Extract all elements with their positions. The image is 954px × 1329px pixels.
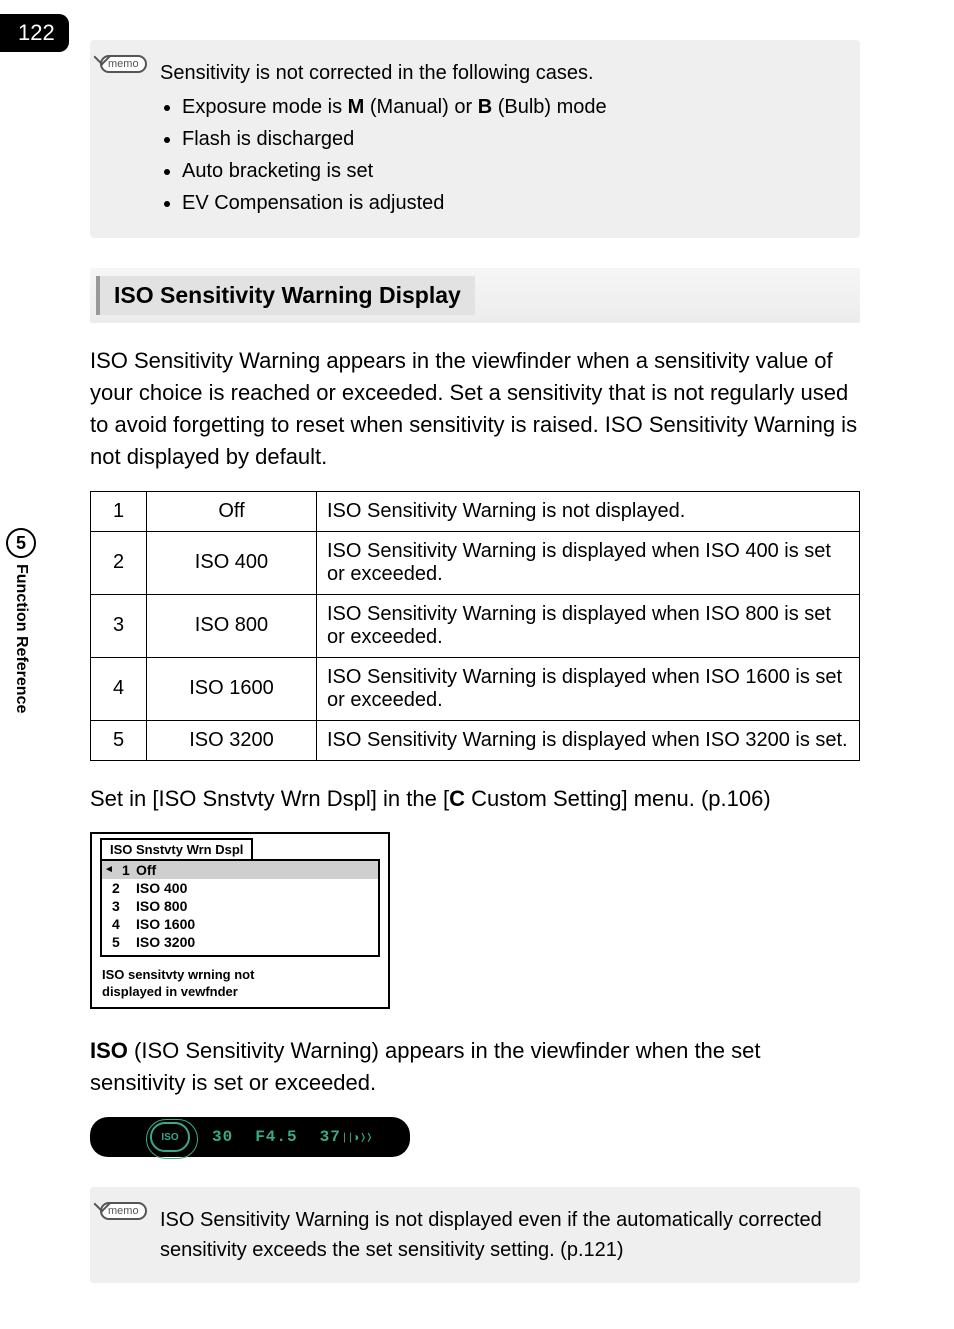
viewfinder-shutter: 30	[212, 1128, 233, 1146]
text: Exposure mode is	[182, 96, 348, 118]
iso-sensitivity-table: 1 Off ISO Sensitivity Warning is not dis…	[90, 491, 860, 761]
menu-row-label: Off	[136, 862, 156, 878]
memo-block-1: memo Sensitivity is not corrected in the…	[90, 40, 860, 238]
menu-row-label: ISO 800	[136, 898, 187, 914]
section-heading-row: ISO Sensitivity Warning Display	[90, 268, 860, 323]
table-cell-label: ISO 800	[147, 594, 317, 657]
text: (Manual) or	[364, 96, 477, 118]
menu-illustration: ISO Snstvty Wrn Dspl 1 Off 2 ISO 400 3 I…	[90, 832, 390, 1009]
menu-content: 1 Off 2 ISO 400 3 ISO 800 4 ISO 1600 5 I…	[100, 859, 380, 957]
menu-help-line: displayed in vewfnder	[102, 984, 378, 1001]
chapter-label: Function Reference	[12, 564, 30, 713]
memo1-bullet-1: Exposure mode is M (Manual) or B (Bulb) …	[182, 92, 842, 122]
table-row: 1 Off ISO Sensitivity Warning is not dis…	[91, 491, 860, 531]
section-heading: ISO Sensitivity Warning Display	[96, 276, 475, 315]
mode-b: B	[478, 96, 492, 118]
iso-indicator-label: ISO	[90, 1038, 128, 1063]
memo-icon-label: memo	[100, 1202, 147, 1220]
memo1-intro: Sensitivity is not corrected in the foll…	[160, 58, 842, 88]
menu-help-text: ISO sensitvty wrning not displayed in ve…	[92, 963, 388, 1007]
table-cell-label: Off	[147, 491, 317, 531]
table-cell-num: 1	[91, 491, 147, 531]
menu-row-num: 1	[122, 862, 136, 878]
menu-row-num: 5	[112, 934, 136, 950]
table-cell-label: ISO 1600	[147, 657, 317, 720]
table-cell-label: ISO 3200	[147, 720, 317, 760]
table-cell-label: ISO 400	[147, 531, 317, 594]
intro-paragraph: ISO Sensitivity Warning appears in the v…	[90, 345, 860, 473]
table-row: 5 ISO 3200 ISO Sensitivity Warning is di…	[91, 720, 860, 760]
menu-row-num: 3	[112, 898, 136, 914]
set-instruction: Set in [ISO Snstvty Wrn Dspl] in the [C …	[90, 783, 860, 815]
menu-row: 3 ISO 800	[102, 897, 378, 915]
table-cell-desc: ISO Sensitivity Warning is displayed whe…	[317, 657, 860, 720]
viewfinder-illustration: ISO 30 F4.5 37❘❘◗❭❭	[90, 1117, 410, 1157]
table-cell-desc: ISO Sensitivity Warning is displayed whe…	[317, 594, 860, 657]
menu-row-label: ISO 3200	[136, 934, 195, 950]
table-cell-num: 2	[91, 531, 147, 594]
menu-row: 4 ISO 1600	[102, 915, 378, 933]
memo1-bullet-4: EV Compensation is adjusted	[182, 188, 842, 218]
iso-indicator-paragraph: ISO (ISO Sensitivity Warning) appears in…	[90, 1035, 860, 1099]
menu-tab-label: ISO Snstvty Wrn Dspl	[100, 838, 253, 859]
memo-text-2: ISO Sensitivity Warning is not displayed…	[160, 1205, 842, 1265]
chapter-number: 5	[6, 528, 36, 558]
memo1-bullet-3: Auto bracketing is set	[182, 156, 842, 186]
table-cell-num: 5	[91, 720, 147, 760]
text: Set in [ISO Snstvty Wrn Dspl] in the [	[90, 786, 449, 811]
viewfinder-aperture: F4.5	[255, 1128, 297, 1146]
page-number: 122	[0, 14, 69, 52]
menu-row-num: 2	[112, 880, 136, 896]
table-row: 2 ISO 400 ISO Sensitivity Warning is dis…	[91, 531, 860, 594]
memo-icon-label: memo	[100, 55, 147, 73]
menu-tab-row: ISO Snstvty Wrn Dspl	[92, 834, 388, 859]
menu-row-num: 4	[112, 916, 136, 932]
viewfinder-bars-icon: ❘❘◗❭❭	[341, 1131, 372, 1145]
text: (ISO Sensitivity Warning) appears in the…	[90, 1038, 761, 1095]
text: Custom Setting] menu. (p.106)	[465, 786, 771, 811]
menu-help-line: ISO sensitvty wrning not	[102, 967, 378, 984]
table-cell-num: 3	[91, 594, 147, 657]
chapter-side-tab: 5 Function Reference	[0, 528, 42, 713]
table-cell-desc: ISO Sensitivity Warning is not displayed…	[317, 491, 860, 531]
memo1-bullet-2: Flash is discharged	[182, 124, 842, 154]
table-row: 3 ISO 800 ISO Sensitivity Warning is dis…	[91, 594, 860, 657]
menu-row-label: ISO 1600	[136, 916, 195, 932]
memo-block-2: memo ISO Sensitivity Warning is not disp…	[90, 1187, 860, 1283]
custom-menu-glyph: C	[449, 786, 465, 811]
table-cell-desc: ISO Sensitivity Warning is displayed whe…	[317, 531, 860, 594]
table-cell-num: 4	[91, 657, 147, 720]
menu-row-selected: 1 Off	[102, 861, 378, 879]
mode-m: M	[348, 96, 365, 118]
menu-row: 5 ISO 3200	[102, 933, 378, 951]
memo-icon: memo	[100, 54, 146, 84]
text: (Bulb) mode	[492, 96, 607, 118]
viewfinder-count: 37	[320, 1128, 341, 1146]
menu-row: 2 ISO 400	[102, 879, 378, 897]
viewfinder-iso-icon: ISO	[150, 1122, 190, 1152]
memo-icon: memo	[100, 1201, 146, 1231]
viewfinder-frames: 37❘❘◗❭❭	[320, 1128, 372, 1146]
memo-text-1: Sensitivity is not corrected in the foll…	[160, 58, 842, 218]
menu-row-label: ISO 400	[136, 880, 187, 896]
table-cell-desc: ISO Sensitivity Warning is displayed whe…	[317, 720, 860, 760]
table-row: 4 ISO 1600 ISO Sensitivity Warning is di…	[91, 657, 860, 720]
